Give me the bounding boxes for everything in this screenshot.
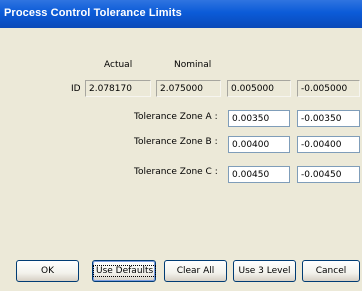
id-label: ID (71, 84, 81, 94)
plus-tolerance-field: 0.005000 (227, 80, 291, 97)
window-title: Process Control Tolerance Limits (4, 7, 182, 19)
use-3-level-button[interactable]: Use 3 Level (233, 260, 296, 282)
zone-a-upper-input[interactable]: 0.00350 (228, 110, 290, 127)
zone-b-lower-input[interactable]: -0.00400 (297, 136, 360, 153)
zone-a-label: Tolerance Zone A : (134, 112, 218, 122)
clear-all-button[interactable]: Clear All (164, 260, 227, 282)
nominal-value-field: 2.075000 (156, 80, 221, 97)
tolerance-limits-dialog: Process Control Tolerance Limits Actual … (0, 0, 362, 291)
cancel-button[interactable]: Cancel (302, 260, 360, 282)
use-defaults-label: Use Defaults (93, 265, 157, 277)
minus-tolerance-field: -0.005000 (297, 80, 360, 97)
actual-column-header: Actual (104, 60, 133, 70)
nominal-column-header: Nominal (174, 60, 212, 70)
title-bar: Process Control Tolerance Limits (0, 0, 362, 28)
use-defaults-button[interactable]: Use Defaults (92, 260, 157, 282)
actual-value-field: 2.078170 (85, 80, 151, 97)
zone-c-upper-input[interactable]: 0.00450 (228, 166, 290, 183)
ok-button[interactable]: OK (16, 260, 79, 282)
zone-c-label: Tolerance Zone C : (134, 167, 218, 177)
zone-a-lower-input[interactable]: -0.00350 (297, 110, 360, 127)
zone-c-lower-input[interactable]: -0.00450 (297, 166, 360, 183)
zone-b-upper-input[interactable]: 0.00400 (228, 136, 290, 153)
zone-b-label: Tolerance Zone B : (134, 137, 218, 147)
